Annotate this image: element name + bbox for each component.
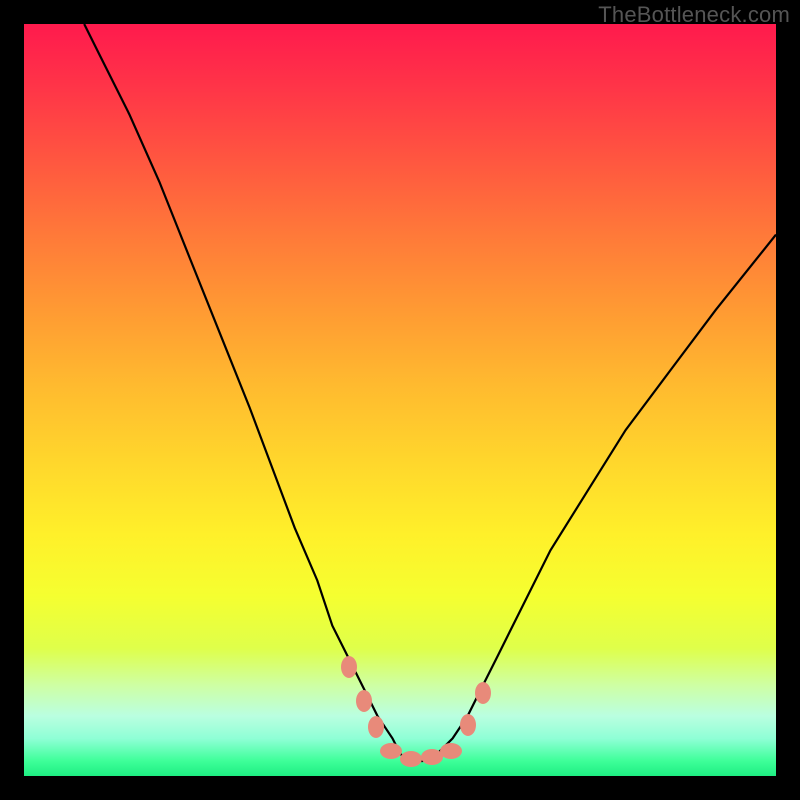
chart-data-marker	[475, 682, 491, 704]
chart-plot-area	[24, 24, 776, 776]
curve-path	[84, 24, 776, 761]
chart-data-marker	[356, 690, 372, 712]
chart-data-marker	[440, 743, 462, 759]
chart-data-marker	[460, 714, 476, 736]
chart-data-marker	[368, 716, 384, 738]
chart-curve-svg	[24, 24, 776, 776]
chart-data-marker	[380, 743, 402, 759]
chart-data-marker	[400, 751, 422, 767]
chart-data-marker	[341, 656, 357, 678]
watermark-text: TheBottleneck.com	[598, 2, 790, 28]
